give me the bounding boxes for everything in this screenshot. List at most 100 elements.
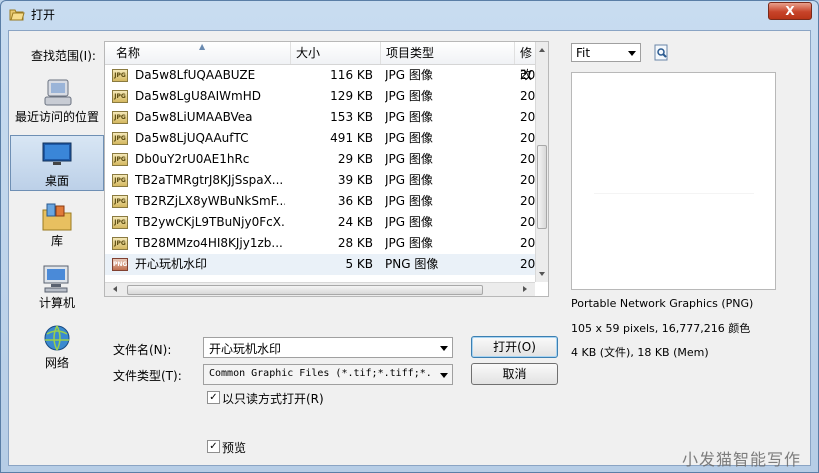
- scroll-thumb[interactable]: [537, 145, 547, 229]
- file-row[interactable]: JPG Da5w8LiUMAABVea 153 KB JPG 图像 201: [105, 107, 542, 128]
- file-type: JPG 图像: [385, 131, 433, 145]
- preview-label: 预览: [222, 441, 247, 455]
- cancel-button[interactable]: 取消: [471, 363, 558, 385]
- file-name: Db0uY2rU0AE1hRc: [135, 152, 250, 166]
- filename-label: 文件名(N):: [113, 343, 172, 357]
- place-recent[interactable]: 最近访问的位置: [10, 78, 104, 126]
- places-bar: 最近访问的位置 桌面 库 计算机 网络: [10, 42, 104, 382]
- file-row[interactable]: JPG Da5w8LjUQAAufTC 491 KB JPG 图像 201: [105, 128, 542, 149]
- place-libraries[interactable]: 库: [10, 202, 104, 250]
- filename-value: 开心玩机水印: [209, 342, 282, 356]
- jpg-file-icon: JPG: [112, 237, 128, 250]
- file-size: 24 KB: [337, 215, 373, 229]
- file-name: Da5w8LjUQAAufTC: [135, 131, 249, 145]
- place-label: 网络: [44, 356, 69, 370]
- place-label: 最近访问的位置: [14, 110, 99, 124]
- filetype-label: 文件类型(T):: [113, 369, 182, 383]
- file-row[interactable]: JPG TB2RZjLX8yWBuNkSmF... 36 KB JPG 图像 201: [105, 191, 542, 212]
- place-computer[interactable]: 计算机: [10, 264, 104, 312]
- jpg-file-icon: JPG: [112, 195, 128, 208]
- place-desktop[interactable]: 桌面: [10, 135, 104, 191]
- column-header-name[interactable]: 名称 ▲: [111, 42, 291, 64]
- file-size: 29 KB: [337, 152, 373, 166]
- file-row[interactable]: PNG 开心玩机水印 5 KB PNG 图像 201: [105, 254, 542, 275]
- place-label: 计算机: [38, 296, 75, 310]
- file-row[interactable]: JPG TB28MMzo4HI8KJjy1zb... 28 KB JPG 图像 201: [105, 233, 542, 254]
- file-name: Da5w8LfUQAABUZE: [135, 68, 256, 82]
- window-title: 打开: [31, 8, 56, 22]
- file-type: JPG 图像: [385, 68, 433, 82]
- readonly-label: 以只读方式打开(R): [222, 392, 324, 406]
- file-name: Da5w8LgU8AIWmHD: [135, 89, 261, 103]
- filetype-select[interactable]: Common Graphic Files (*.tif;*.tiff;*.: [203, 364, 453, 385]
- list-header: 名称 ▲ 大小 项目类型 修改: [105, 42, 535, 82]
- file-name: TB2aTMRgtrJ8KJjSspaX...: [135, 173, 284, 187]
- network-icon: [44, 325, 70, 351]
- recent-places-icon: [44, 79, 72, 106]
- file-size: 5 KB: [345, 257, 373, 271]
- scroll-left-icon[interactable]: [113, 286, 117, 292]
- jpg-file-icon: JPG: [112, 153, 128, 166]
- file-list[interactable]: 名称 ▲ 大小 项目类型 修改 JPG Da5w8LfUQAABUZE 116 KB…: [104, 41, 549, 297]
- jpg-file-icon: JPG: [112, 132, 128, 145]
- file-row[interactable]: JPG Da5w8LgU8AIWmHD 129 KB JPG 图像 201: [105, 86, 542, 107]
- file-size: 28 KB: [337, 236, 373, 250]
- scroll-thumb[interactable]: [127, 285, 483, 295]
- filename-input[interactable]: 开心玩机水印: [203, 337, 453, 358]
- png-file-icon: PNG: [112, 258, 128, 271]
- file-type: PNG 图像: [385, 257, 439, 271]
- file-row[interactable]: JPG Db0uY2rU0AE1hRc 29 KB JPG 图像 201: [105, 149, 542, 170]
- horizontal-scrollbar[interactable]: [105, 282, 535, 296]
- jpg-file-icon: JPG: [112, 90, 128, 103]
- preview-pane: [571, 72, 776, 290]
- chevron-down-icon: [440, 345, 448, 351]
- close-button[interactable]: X: [768, 2, 812, 20]
- jpg-file-icon: JPG: [112, 69, 128, 82]
- column-header-type[interactable]: 项目类型: [381, 42, 515, 64]
- file-size: 129 KB: [330, 89, 373, 103]
- place-network[interactable]: 网络: [10, 324, 104, 372]
- file-row[interactable]: JPG Da5w8LfUQAABUZE 116 KB JPG 图像 201: [105, 65, 542, 86]
- file-name: Da5w8LiUMAABVea: [135, 110, 253, 124]
- file-type: JPG 图像: [385, 236, 433, 250]
- chevron-down-icon: [628, 50, 636, 56]
- title-bar[interactable]: 打开 X: [1, 1, 818, 27]
- file-size: 116 KB: [330, 68, 373, 82]
- column-header-modified[interactable]: 修改: [515, 42, 535, 82]
- file-row[interactable]: JPG TB2ywCKjL9TBuNjy0FcX... 24 KB JPG 图像 201: [105, 212, 542, 233]
- chevron-down-icon: [440, 372, 448, 378]
- jpg-file-icon: JPG: [112, 216, 128, 229]
- zoom-value: Fit: [576, 46, 591, 60]
- file-size: 36 KB: [337, 194, 373, 208]
- jpg-file-icon: JPG: [112, 174, 128, 187]
- file-row[interactable]: JPG TB2aTMRgtrJ8KJjSspaX... 39 KB JPG 图像 201: [105, 170, 542, 191]
- file-type: JPG 图像: [385, 194, 433, 208]
- file-name: 开心玩机水印: [135, 257, 208, 271]
- magnifier-icon[interactable]: [654, 44, 670, 62]
- preview-checkbox[interactable]: ✓: [207, 440, 220, 453]
- info-format: Portable Network Graphics (PNG): [571, 297, 754, 310]
- scroll-right-icon[interactable]: [523, 286, 527, 292]
- file-type: JPG 图像: [385, 110, 433, 124]
- info-dimensions: 105 x 59 pixels, 16,777,216 颜色: [571, 322, 751, 335]
- readonly-checkbox[interactable]: ✓: [207, 391, 220, 404]
- libraries-icon: [42, 203, 72, 231]
- preview-image: [594, 193, 754, 194]
- file-size: 153 KB: [330, 110, 373, 124]
- file-type: JPG 图像: [385, 89, 433, 103]
- vertical-scrollbar[interactable]: [535, 42, 548, 282]
- file-name: TB2ywCKjL9TBuNjy0FcX...: [135, 215, 285, 229]
- file-name: TB2RZjLX8yWBuNkSmF...: [135, 194, 285, 208]
- file-name: TB28MMzo4HI8KJjy1zb...: [135, 236, 283, 250]
- place-label: 库: [50, 234, 63, 248]
- open-button[interactable]: 打开(O): [471, 336, 558, 358]
- zoom-select[interactable]: Fit: [571, 43, 641, 62]
- filetype-value: Common Graphic Files (*.tif;*.tiff;*.: [209, 368, 432, 379]
- column-header-size[interactable]: 大小: [291, 42, 381, 64]
- place-label: 桌面: [44, 174, 69, 188]
- scroll-up-icon[interactable]: [539, 48, 545, 52]
- scroll-down-icon[interactable]: [539, 272, 545, 276]
- computer-icon: [43, 265, 69, 293]
- folder-open-icon: [9, 9, 25, 21]
- file-type: JPG 图像: [385, 173, 433, 187]
